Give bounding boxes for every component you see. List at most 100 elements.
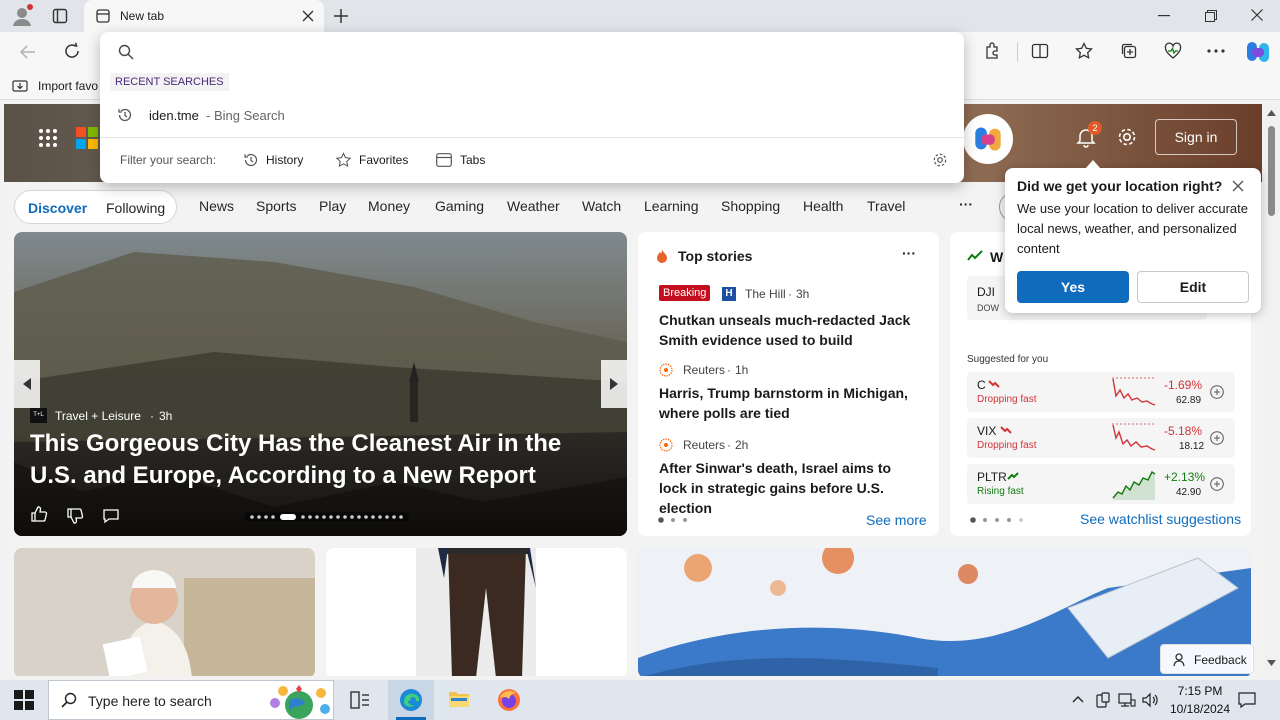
refresh-icon[interactable] [63,42,81,60]
stock-change: -1.69% [1164,378,1203,392]
add-to-watchlist-icon[interactable] [1210,385,1224,399]
search-settings-gear-icon[interactable] [932,152,948,168]
taskbar-search-box[interactable]: Type here to search [48,680,334,720]
scroll-up-icon[interactable] [1267,110,1276,116]
like-icon[interactable] [30,505,48,523]
top-stories-more-button[interactable]: ··· [902,245,916,261]
hero-headline[interactable]: This Gorgeous City Has the Cleanest Air … [30,428,610,492]
see-watchlist-suggestions-link[interactable]: See watchlist suggestions [1080,511,1241,527]
nav-shopping[interactable]: Shopping [721,198,780,214]
add-to-watchlist-icon[interactable] [1210,477,1224,491]
scroll-down-icon[interactable] [1267,660,1276,666]
top-stories-pager-dots[interactable] [657,516,693,524]
scrollbar-thumb[interactable] [1268,126,1275,216]
file-explorer-icon[interactable] [448,689,470,709]
taskbar-edge-button[interactable] [388,680,434,720]
taskbar-date[interactable]: 10/18/2024 [1163,702,1237,716]
stock-symbol: VIX [977,424,997,438]
filter-history-button[interactable]: History [241,150,311,170]
notification-center-icon[interactable] [1238,691,1256,709]
firefox-icon[interactable] [497,688,521,712]
sign-in-button[interactable]: Sign in [1155,119,1237,155]
toolbar-divider [1017,42,1018,62]
import-favorites-link[interactable]: Import favo [38,79,98,93]
stock-row-c[interactable]: C Dropping fast -1.69% 62.89 [967,372,1235,412]
volume-icon[interactable] [1142,692,1160,708]
nav-health[interactable]: Health [803,198,843,214]
nav-watch[interactable]: Watch [582,198,621,214]
favorites-icon[interactable] [1075,42,1093,60]
hero-next-button[interactable] [601,360,627,408]
dislike-icon[interactable] [66,507,84,525]
stock-price: 62.89 [1176,395,1202,406]
nav-sports[interactable]: Sports [256,198,296,214]
hero-prev-button[interactable] [14,360,40,408]
extensions-icon[interactable] [983,42,1001,60]
close-popup-icon[interactable] [1232,180,1244,192]
location-edit-button[interactable]: Edit [1137,271,1249,303]
comment-icon[interactable] [102,507,120,525]
microsoft-logo-icon[interactable] [76,127,98,149]
taskbar-time[interactable]: 7:15 PM [1175,684,1225,698]
tab-actions-icon[interactable] [52,8,68,24]
location-yes-button[interactable]: Yes [1017,271,1129,303]
address-bar-input[interactable] [144,38,944,64]
nav-more-button[interactable]: ··· [959,196,973,212]
recent-search-query: iden.tme [149,108,199,123]
new-tab-plus-icon[interactable] [333,8,349,24]
story-2-dot: · [727,363,731,377]
news-card-apparel[interactable] [326,548,627,676]
nav-news[interactable]: News [199,198,234,214]
pill-discover[interactable]: Discover [28,200,87,216]
split-screen-icon[interactable] [1031,42,1049,60]
filter-favorites-button[interactable]: Favorites [333,150,413,170]
tab-new-tab[interactable]: New tab [84,0,324,32]
nav-weather[interactable]: Weather [507,198,560,214]
nav-money[interactable]: Money [368,198,410,214]
stock-row-pltr[interactable]: PLTR Rising fast +2.13% 42.90 [967,464,1235,504]
page-settings-gear-icon[interactable] [1116,126,1138,148]
close-tab-icon[interactable] [302,10,314,22]
device-tray-icon[interactable] [1096,692,1110,708]
stock-row-vix[interactable]: VIX Dropping fast -5.18% 18.12 [967,418,1235,458]
add-to-watchlist-icon[interactable] [1210,431,1224,445]
recent-search-item[interactable]: iden.tme - Bing Search [100,102,964,128]
nav-travel[interactable]: Travel [867,198,905,214]
copilot-icon[interactable] [1245,39,1271,65]
task-view-icon[interactable] [350,691,370,709]
apps-grid-icon[interactable] [38,128,58,148]
browser-essentials-icon[interactable] [1164,42,1182,60]
story-3-headline[interactable]: After Sinwar's death, Israel aims to loc… [659,458,921,518]
carousel-dots[interactable] [244,512,409,522]
show-hidden-icons-chevron[interactable] [1072,695,1084,703]
profile-icon[interactable] [10,4,34,28]
nav-gaming[interactable]: Gaming [435,198,484,214]
restore-icon[interactable] [1205,10,1217,22]
settings-more-icon[interactable] [1207,49,1225,53]
news-card-pope[interactable] [14,548,315,676]
stock-symbol: C [977,378,986,392]
story-2-headline[interactable]: Harris, Trump barnstorm in Michigan, whe… [659,383,921,423]
nav-play[interactable]: Play [319,198,346,214]
pill-following[interactable]: Following [106,200,165,216]
index-name: DOW [977,303,999,313]
nav-learning[interactable]: Learning [644,198,699,214]
watchlist-pager-dots[interactable] [969,516,1025,524]
story-1-headline[interactable]: Chutkan unseals much-redacted Jack Smith… [659,310,921,350]
back-icon[interactable] [19,43,37,61]
hero-card[interactable]: T+L Travel + Leisure · 3h This Gorgeous … [14,232,627,536]
minimize-icon[interactable] [1158,15,1170,17]
see-more-link[interactable]: See more [866,512,927,528]
source-logo: T+L [30,408,47,423]
page-scrollbar[interactable] [1263,104,1280,676]
filter-tabs-button[interactable]: Tabs [434,150,494,170]
windows-start-icon[interactable] [14,690,34,710]
story-1-dot: · [788,287,792,301]
stock-status: Dropping fast [977,440,1037,451]
feedback-button[interactable]: Feedback [1160,644,1254,674]
network-icon[interactable] [1118,692,1136,708]
suggested-label: Suggested for you [967,354,1049,365]
copilot-button[interactable] [963,114,1013,164]
close-window-icon[interactable] [1251,9,1263,21]
collections-icon[interactable] [1120,42,1138,60]
